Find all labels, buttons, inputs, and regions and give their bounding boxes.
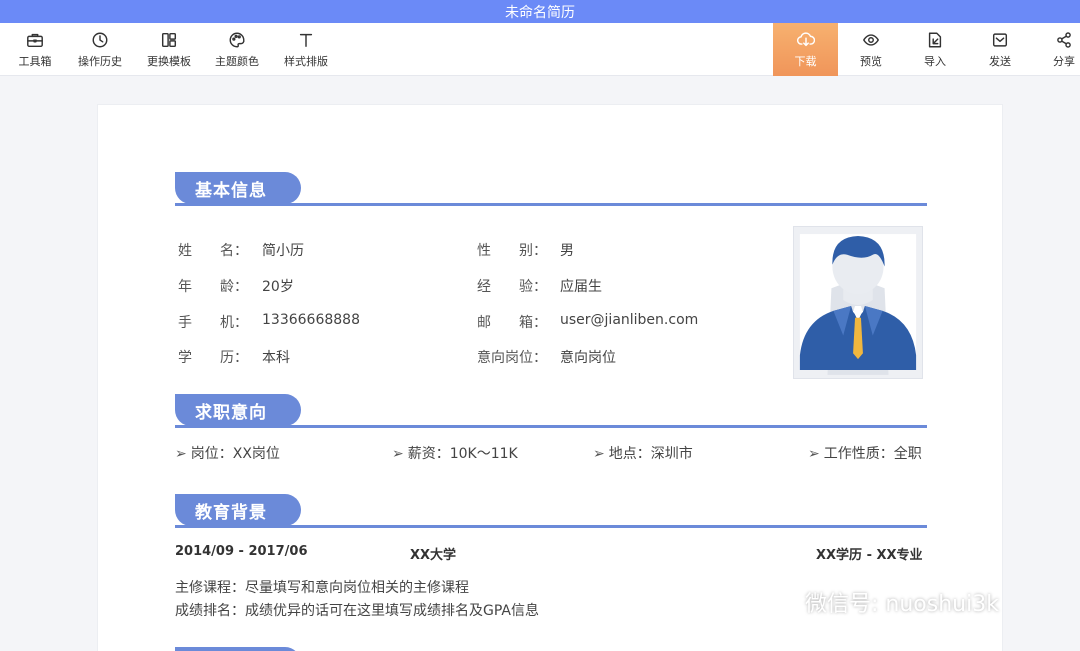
- style-layout-label: 样式排版: [284, 55, 328, 68]
- field-label-name: 姓 名：: [178, 243, 248, 259]
- intent-text: 岗位：XX岗位: [190, 446, 280, 462]
- intent-item-location[interactable]: ➢ 地点：深圳市: [593, 443, 693, 463]
- resume-paper: 基本信息 姓 名： 简小历 性 别： 男 年 龄： 20岁 经 验： 应届生 手…: [97, 104, 1003, 651]
- import-button[interactable]: 导入: [910, 23, 960, 76]
- field-label-age: 年 龄：: [178, 279, 248, 295]
- section-title-partial: [175, 647, 301, 651]
- history-button[interactable]: 操作历史: [72, 23, 128, 76]
- education-school[interactable]: XX大学: [410, 544, 456, 563]
- watermark-text: 微信号: nuoshui3k: [805, 592, 999, 617]
- field-value-education[interactable]: 本科: [262, 347, 290, 367]
- send-button[interactable]: 发送: [975, 23, 1025, 76]
- avatar-person-icon: [794, 227, 922, 378]
- intent-item-salary[interactable]: ➢ 薪资：10K～11K: [392, 443, 518, 463]
- text-icon: [296, 30, 316, 50]
- arrow-icon: ➢: [808, 446, 820, 462]
- field-value-phone[interactable]: 13366668888: [262, 312, 360, 328]
- import-label: 导入: [924, 55, 946, 68]
- section-education[interactable]: 教育背景: [175, 494, 927, 528]
- arrow-icon: ➢: [593, 446, 605, 462]
- education-period[interactable]: 2014/09 - 2017/06: [175, 544, 308, 559]
- watermark: 微信号: nuoshui3k: [765, 586, 999, 618]
- intent-text: 薪资：10K～11K: [407, 446, 518, 462]
- field-value-age[interactable]: 20岁: [262, 276, 294, 296]
- field-label-education: 学 历：: [178, 350, 248, 366]
- template-button[interactable]: 更换模板: [141, 23, 197, 76]
- download-button[interactable]: 下载: [773, 23, 838, 76]
- history-icon: [90, 30, 110, 50]
- toolbar: 工具箱 操作历史 更换模板 主题颜色 样式排版 下载 预览 导入 发送 分享: [0, 23, 1080, 76]
- field-value-name[interactable]: 简小历: [262, 240, 304, 260]
- field-value-gender[interactable]: 男: [560, 240, 574, 260]
- import-icon: [925, 30, 945, 50]
- section-title: 求职意向: [175, 394, 301, 426]
- share-icon: [1054, 30, 1074, 50]
- download-label: 下载: [794, 55, 817, 68]
- share-label: 分享: [1053, 55, 1075, 68]
- style-layout-button[interactable]: 样式排版: [278, 23, 334, 76]
- section-basic-info[interactable]: 基本信息: [175, 172, 927, 206]
- palette-icon: [227, 30, 247, 50]
- preview-label: 预览: [860, 55, 882, 68]
- field-label-phone: 手 机：: [178, 315, 248, 331]
- share-button[interactable]: 分享: [1040, 23, 1080, 76]
- arrow-icon: ➢: [175, 446, 187, 462]
- toolbox-icon: [25, 30, 45, 50]
- field-label-email: 邮 箱：: [477, 315, 547, 331]
- theme-color-label: 主题颜色: [215, 55, 259, 68]
- field-value-target-position[interactable]: 意向岗位: [560, 347, 616, 367]
- intent-item-position[interactable]: ➢ 岗位：XX岗位: [175, 443, 280, 463]
- education-degree[interactable]: XX学历 - XX专业: [816, 544, 923, 563]
- intent-text: 地点：深圳市: [608, 446, 693, 462]
- section-next: [175, 647, 927, 651]
- mail-icon: [990, 30, 1010, 50]
- intent-text: 工作性质：全职: [823, 446, 922, 462]
- window-title: 未命名简历: [0, 0, 1080, 23]
- eye-icon: [861, 30, 881, 50]
- section-title: 基本信息: [175, 172, 301, 204]
- history-label: 操作历史: [78, 55, 122, 68]
- preview-button[interactable]: 预览: [846, 23, 896, 76]
- field-label-target-position: 意向岗位：: [477, 350, 547, 366]
- template-icon: [159, 30, 179, 50]
- toolbox-button[interactable]: 工具箱: [12, 23, 58, 76]
- section-divider: [175, 203, 927, 206]
- send-label: 发送: [989, 55, 1011, 68]
- field-label-experience: 经 验：: [477, 279, 547, 295]
- avatar[interactable]: [793, 226, 923, 379]
- section-job-intent[interactable]: 求职意向: [175, 394, 927, 428]
- field-value-email[interactable]: user@jianliben.com: [560, 312, 698, 328]
- section-divider: [175, 425, 927, 428]
- intent-item-job-type[interactable]: ➢ 工作性质：全职: [808, 443, 922, 463]
- education-courses[interactable]: 主修课程：尽量填写和意向岗位相关的主修课程: [175, 577, 469, 597]
- field-label-gender: 性 别：: [477, 243, 547, 259]
- section-title: 教育背景: [175, 494, 301, 526]
- wechat-icon: [766, 589, 797, 614]
- toolbox-label: 工具箱: [18, 55, 52, 68]
- education-ranking[interactable]: 成绩排名：成绩优异的话可在这里填写成绩排名及GPA信息: [175, 600, 539, 620]
- theme-color-button[interactable]: 主题颜色: [209, 23, 265, 76]
- download-icon: [796, 30, 816, 50]
- template-label: 更换模板: [147, 55, 191, 68]
- arrow-icon: ➢: [392, 446, 404, 462]
- section-divider: [175, 525, 927, 528]
- field-value-experience[interactable]: 应届生: [560, 276, 602, 296]
